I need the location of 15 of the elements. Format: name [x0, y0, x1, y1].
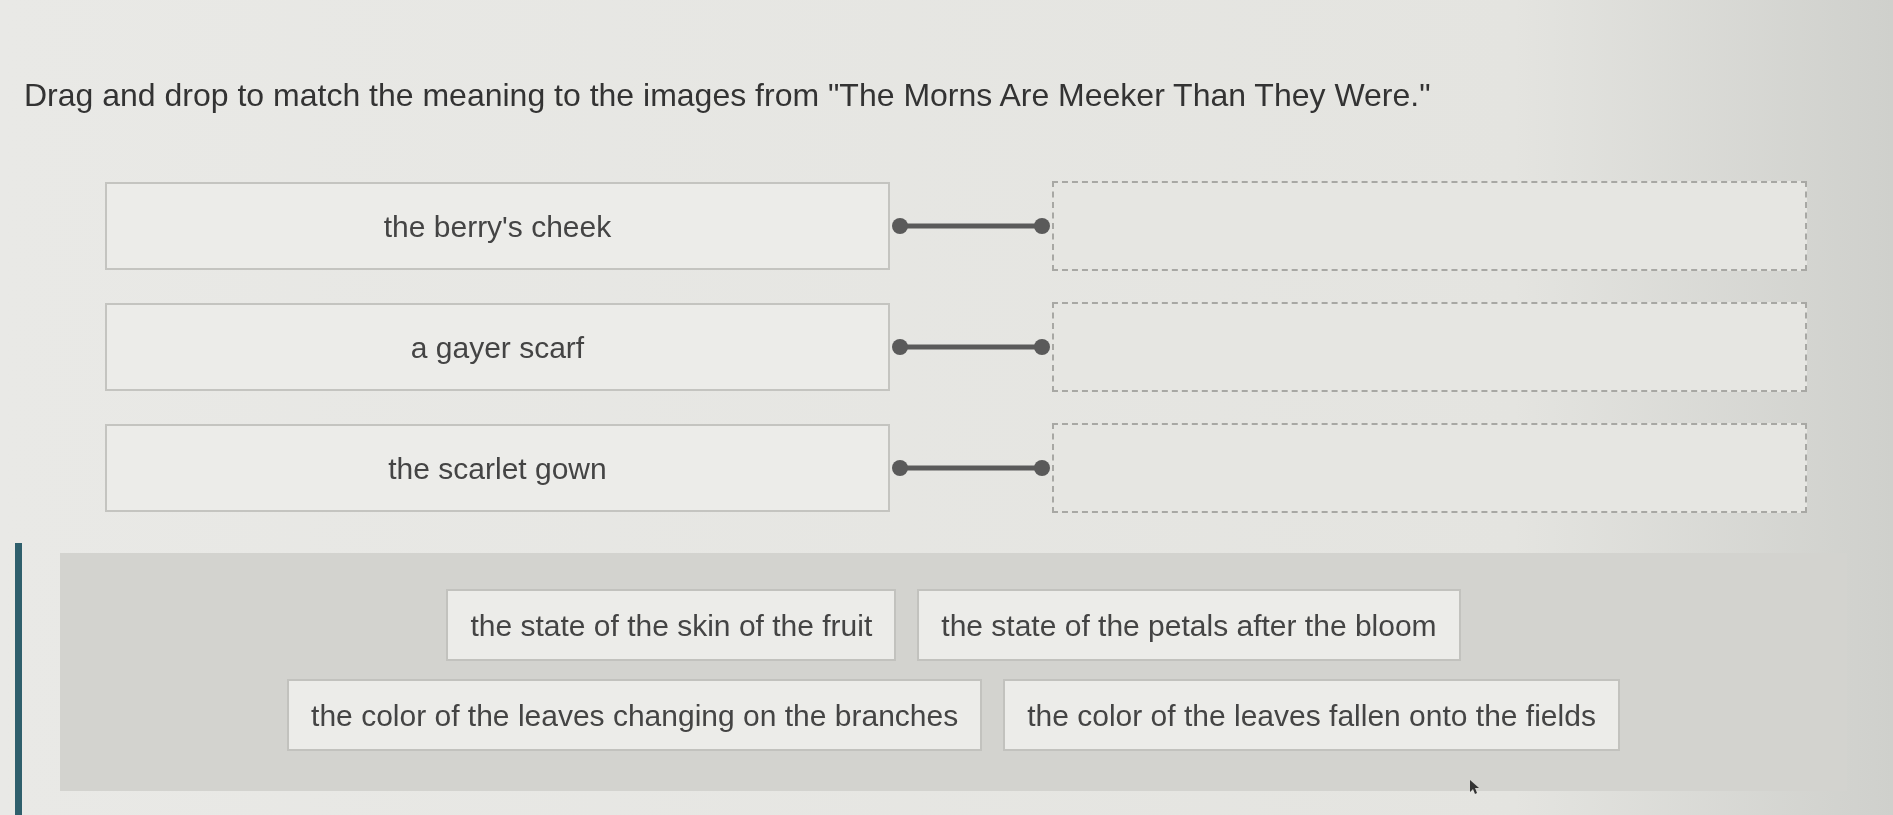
answer-chip[interactable]: the color of the leaves fallen onto the fields — [1003, 679, 1620, 751]
term-card[interactable]: the scarlet gown — [105, 424, 890, 512]
connector-line-icon — [890, 216, 1052, 236]
term-card[interactable]: the berry's cheek — [105, 182, 890, 270]
drop-zone[interactable] — [1052, 423, 1807, 513]
connector-line-icon — [890, 458, 1052, 478]
drop-zone[interactable] — [1052, 302, 1807, 392]
instruction-text: Drag and drop to match the meaning to the images from "The Morns Are Meeker Than They Were." — [24, 77, 1431, 113]
connector-line-icon — [890, 337, 1052, 357]
answer-chip[interactable]: the state of the skin of the fruit — [446, 589, 897, 661]
term-card[interactable]: a gayer scarf — [105, 303, 890, 391]
answer-chip[interactable]: the state of the petals after the bloom — [917, 589, 1461, 661]
mouse-pointer-icon — [1470, 780, 1480, 794]
answer-chip[interactable]: the color of the leaves changing on the branches — [287, 679, 983, 751]
drop-zone[interactable] — [1052, 181, 1807, 271]
